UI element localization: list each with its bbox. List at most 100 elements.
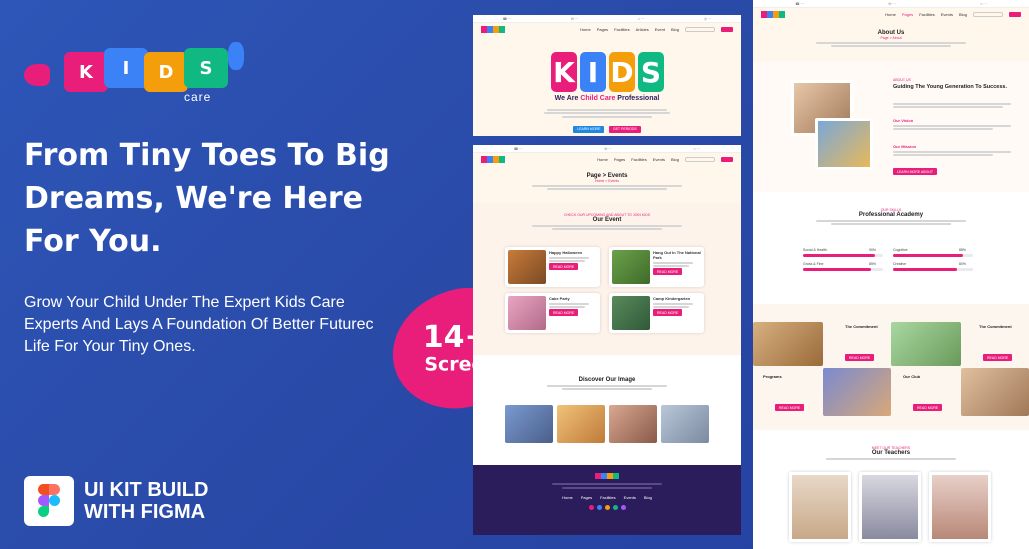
skill-bar-fill xyxy=(893,254,964,257)
skill-percent: 90% xyxy=(869,248,877,252)
event-card[interactable]: Hang Out In The National Park READ MORE xyxy=(609,247,704,287)
skill-label: Cognitive xyxy=(893,248,908,252)
teacher-card[interactable] xyxy=(859,472,921,542)
skill-percent: 85% xyxy=(869,262,877,266)
read-more-button[interactable]: READ MORE xyxy=(653,309,683,316)
gallery-photo[interactable] xyxy=(557,405,605,443)
figma-badge: UI KIT BUILD WITH FIGMA xyxy=(24,476,208,526)
kids-care-logo: K I D S care xyxy=(24,42,244,112)
skill-label: Creative xyxy=(893,262,907,266)
commitment-title: The Commitment xyxy=(845,324,878,329)
skill-bar xyxy=(893,254,973,257)
big-letter-i: I xyxy=(580,52,606,92)
events-breadcrumb[interactable]: Home > Events xyxy=(473,179,741,183)
teachers-kicker: MEET OUR TEACHERS xyxy=(871,446,911,450)
gallery-section: Discover Our Image xyxy=(473,355,741,465)
social-icon[interactable] xyxy=(620,504,626,510)
search-input[interactable] xyxy=(685,156,715,162)
teacher-card[interactable] xyxy=(929,472,991,542)
read-more-button[interactable]: READ MORE xyxy=(549,309,579,316)
read-more-button[interactable]: READ MORE xyxy=(983,354,1013,361)
about-breadcrumb[interactable]: Page > About xyxy=(753,36,1029,40)
read-more-button[interactable]: READ MORE xyxy=(845,354,875,361)
big-letter-d: D xyxy=(609,52,635,92)
teachers-title: Our Teachers xyxy=(871,450,911,456)
academy-section: OUR SKILLS Professional Academy Social &… xyxy=(753,192,1029,304)
events-section: CHECK OUR UPCOMING AND ABOUT TO JOIN KID… xyxy=(473,203,741,355)
event-card[interactable]: Cake Party READ MORE xyxy=(505,293,600,333)
nav-facilities[interactable]: Facilities xyxy=(919,12,935,17)
gallery-photo[interactable] xyxy=(661,405,709,443)
read-more-button[interactable]: READ MORE xyxy=(549,263,579,270)
footer-nav: Home Pages Facilities Events Blog xyxy=(562,494,652,500)
mini-logo xyxy=(481,25,505,33)
nav-blog[interactable]: Blog xyxy=(959,12,967,17)
events-title: Our Event xyxy=(592,217,622,223)
get-periods-button[interactable]: GET PERIODS xyxy=(608,125,641,133)
about-heading: Guiding The Young Generation To Success. xyxy=(893,84,1007,90)
nav-blog[interactable]: Blog xyxy=(671,27,679,32)
search-input[interactable] xyxy=(685,26,715,32)
screen-home-mockup: ☎ ··· ✉ ··· ⌂ ··· ◷ ··· Home Pages Faciliti… xyxy=(473,15,741,136)
skill-label: Social & Health xyxy=(803,248,827,252)
programs-title: Programs xyxy=(763,374,782,379)
event-photo xyxy=(508,250,546,284)
gallery-photo[interactable] xyxy=(505,405,553,443)
event-photo xyxy=(612,250,650,284)
teachers-section: MEET OUR TEACHERS Our Teachers xyxy=(753,430,1029,549)
social-icon[interactable] xyxy=(596,504,602,510)
learn-more-about-button[interactable]: LEARN MORE ABOUT xyxy=(893,168,937,175)
social-icon[interactable] xyxy=(588,504,594,510)
nav-event[interactable]: Event xyxy=(655,27,665,32)
academy-kicker: OUR SKILLS xyxy=(880,208,902,212)
learn-more-button[interactable]: LEARN MORE xyxy=(573,125,605,133)
events-kicker: CHECK OUR UPCOMING AND ABOUT TO JOIN KID… xyxy=(564,213,650,217)
event-photo xyxy=(612,296,650,330)
nav-facilities[interactable]: Facilities xyxy=(631,157,647,162)
social-icon[interactable] xyxy=(604,504,610,510)
program-photo xyxy=(823,368,891,416)
teacher-card[interactable] xyxy=(789,472,851,542)
logo-letter-d: D xyxy=(144,52,188,92)
nav-facilities[interactable]: Facilities xyxy=(614,27,630,32)
screen-events-mockup: ☎ ··· ✉ ··· ⌂ ··· Home Pages Facilities Ev… xyxy=(473,145,741,535)
read-more-button[interactable]: READ MORE xyxy=(913,404,943,411)
home-cta: LEARN MORE GET PERIODS xyxy=(473,117,741,135)
screen-about-mockup: ☎ ··· ✉ ··· ⌂ ··· Home Pages Facilities Ev… xyxy=(753,0,1029,549)
event-card[interactable]: Happy Halloween READ MORE xyxy=(505,247,600,287)
nav-home[interactable]: Home xyxy=(580,27,591,32)
search-input[interactable] xyxy=(973,11,1003,17)
logo-hand-right-icon xyxy=(228,42,244,70)
nav-home[interactable]: Home xyxy=(597,157,608,162)
skill-bar xyxy=(893,268,973,271)
nav-pages[interactable]: Pages xyxy=(597,27,608,32)
event-card[interactable]: Camp Kindergarten READ MORE xyxy=(609,293,704,333)
skill-bar xyxy=(803,254,883,257)
our-club-title: Our Club xyxy=(903,374,921,379)
about-intro: ABOUT US Guiding The Young Generation To… xyxy=(753,62,1029,192)
nav-pages[interactable]: Pages xyxy=(614,157,625,162)
program-photo xyxy=(961,368,1029,416)
nav-pages[interactable]: Pages xyxy=(902,12,913,17)
skill-bar-fill xyxy=(803,268,871,271)
nav-articles[interactable]: Articles xyxy=(636,27,649,32)
about-kicker: ABOUT US xyxy=(893,78,911,82)
logo-subtext: care xyxy=(184,90,212,104)
home-nav: Home Pages Facilities Articles Event Blo… xyxy=(473,23,741,35)
skill-bar xyxy=(803,268,883,271)
gallery-photo[interactable] xyxy=(609,405,657,443)
read-more-button[interactable]: READ MORE xyxy=(775,404,805,411)
skill-label: Gross & Fine xyxy=(803,262,824,266)
figma-line1: UI KIT BUILD xyxy=(84,479,209,501)
nav-events[interactable]: Events xyxy=(653,157,665,162)
skill-percent: 88% xyxy=(959,248,967,252)
social-icon[interactable] xyxy=(612,504,618,510)
nav-blog[interactable]: Blog xyxy=(671,157,679,162)
nav-action-button[interactable] xyxy=(721,26,733,32)
read-more-button[interactable]: READ MORE xyxy=(653,268,683,275)
nav-events[interactable]: Events xyxy=(941,12,953,17)
figma-label: UI KIT BUILD WITH FIGMA xyxy=(84,479,208,523)
big-letter-s: S xyxy=(638,52,664,92)
nav-home[interactable]: Home xyxy=(885,12,896,17)
hero-headline: From Tiny Toes To Big Dreams, We're Here… xyxy=(24,138,390,259)
